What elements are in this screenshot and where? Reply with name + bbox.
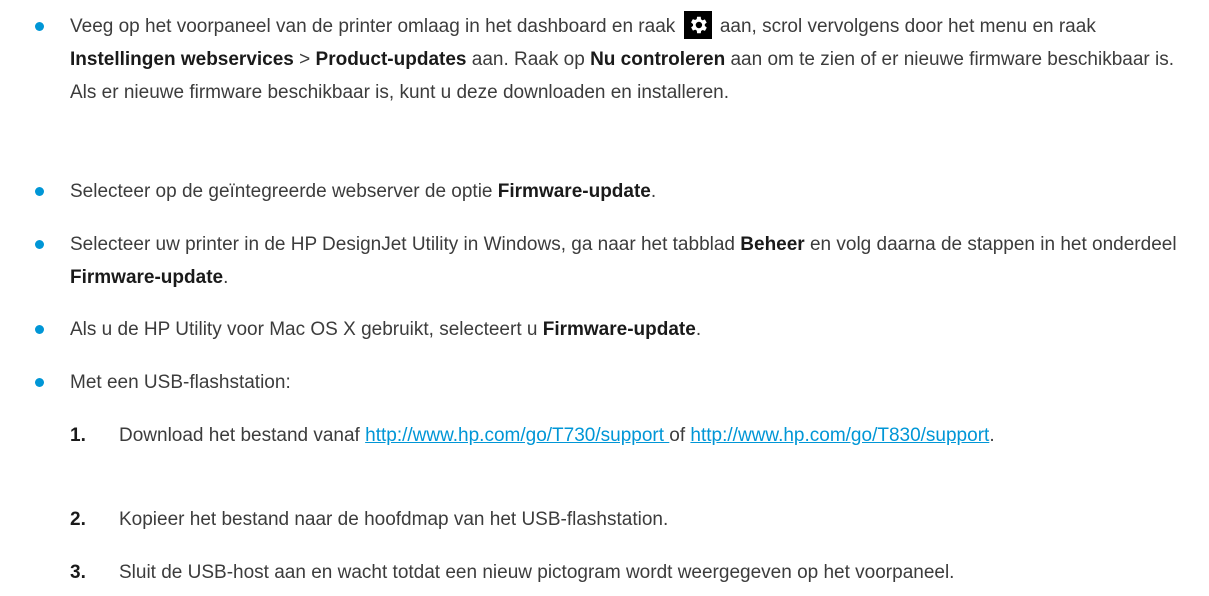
text-run: >: [293, 49, 316, 70]
list-item-text: Veeg op het voorpaneel van de printer om…: [70, 10, 1202, 109]
check-now-option: Nu controleren: [590, 49, 726, 70]
text-run: Veeg op het voorpaneel van de printer om…: [70, 16, 681, 37]
menu-path-web-services-settings: Instellingen webservices: [70, 49, 294, 70]
text-run: .: [989, 425, 995, 446]
support-link-t730[interactable]: http://www.hp.com/go/T730/support: [365, 425, 669, 446]
step-number: 3.: [70, 562, 86, 583]
text-run: Sluit de USB-host aan en wacht totdat ee…: [119, 562, 955, 583]
text-run: Selecteer op de geïntegreerde webserver …: [70, 181, 498, 202]
firmware-update-option: Firmware-update: [497, 181, 651, 202]
bullet-marker: [35, 187, 44, 196]
bullet-marker: [35, 22, 44, 31]
text-run: Download het bestand vanaf: [119, 425, 366, 446]
text-run: .: [695, 319, 702, 340]
settings-gear-icon: [683, 11, 712, 39]
text-run: en volg daarna de stappen in het onderde…: [804, 234, 1177, 255]
step-number: 1.: [70, 425, 86, 446]
menu-path-product-updates: Product-updates: [315, 49, 467, 70]
list-item-text: Selecteer uw printer in de HP DesignJet …: [70, 228, 1202, 294]
text-run: .: [650, 181, 657, 202]
step-text: Download het bestand vanaf http://www.hp…: [119, 419, 1199, 452]
text-run: Selecteer uw printer in de HP DesignJet …: [70, 234, 741, 255]
step-text: Kopieer het bestand naar de hoofdmap van…: [119, 503, 1199, 536]
text-run: Met een USB-flashstation:: [70, 372, 291, 393]
step-number: 2.: [70, 509, 86, 530]
text-run: Kopieer het bestand naar de hoofdmap van…: [119, 509, 669, 530]
document-page: Veeg op het voorpaneel van de printer om…: [0, 0, 1209, 596]
list-item-text: Selecteer op de geïntegreerde webserver …: [70, 175, 1202, 208]
list-item-text: Als u de HP Utility voor Mac OS X gebrui…: [70, 313, 1202, 346]
text-run: aan. Raak op: [466, 49, 591, 70]
text-run: .: [223, 267, 229, 288]
bullet-marker: [35, 240, 44, 249]
text-run: aan, scrol vervolgens door het menu en r…: [714, 16, 1096, 37]
bullet-marker: [35, 325, 44, 334]
firmware-update-option: Firmware-update: [542, 319, 696, 340]
step-text: Sluit de USB-host aan en wacht totdat ee…: [119, 556, 1199, 589]
firmware-update-section: Firmware-update: [70, 267, 224, 288]
list-item-text: Met een USB-flashstation:: [70, 366, 1202, 399]
management-tab-name: Beheer: [740, 234, 805, 255]
support-link-t830[interactable]: http://www.hp.com/go/T830/support: [690, 425, 989, 446]
text-run: Als u de HP Utility voor Mac OS X gebrui…: [70, 319, 543, 340]
text-run: of: [669, 425, 691, 446]
bullet-marker: [35, 378, 44, 387]
